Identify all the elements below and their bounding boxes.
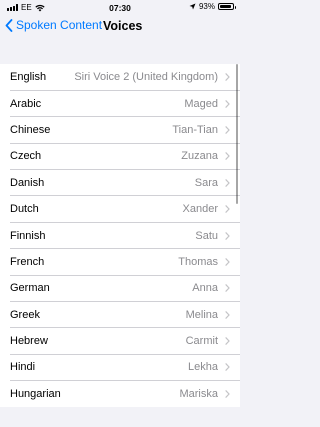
language-label: Finnish xyxy=(10,229,46,242)
chevron-right-icon xyxy=(225,258,230,266)
battery-icon xyxy=(218,3,236,10)
chevron-right-icon xyxy=(225,126,230,134)
list-item[interactable]: Arabic Maged xyxy=(0,90,240,118)
language-label: Chinese xyxy=(10,123,51,136)
list-item[interactable]: French Thomas xyxy=(0,249,240,276)
voice-value: Lekha xyxy=(188,361,218,374)
list-item[interactable]: Chinese Tian-Tian xyxy=(0,117,240,144)
chevron-right-icon xyxy=(225,231,230,240)
location-icon xyxy=(189,3,196,10)
voice-value: Melina xyxy=(185,308,218,321)
language-label: French xyxy=(10,255,45,268)
chevron-right-icon xyxy=(225,178,230,187)
list-item[interactable]: Finnish Satu xyxy=(0,222,240,250)
status-right: 93% xyxy=(189,2,236,11)
voice-value: Satu xyxy=(195,229,218,242)
voice-value: Mariska xyxy=(179,387,218,400)
list-item[interactable]: Czech Zuzana xyxy=(0,143,240,170)
page-title: Voices xyxy=(103,19,143,33)
list-item[interactable]: English Siri Voice 2 (United Kingdom) xyxy=(0,64,240,91)
list-item[interactable]: Hebrew Carmit xyxy=(0,328,240,355)
voice-value: Sara xyxy=(194,176,218,189)
voices-list: English Siri Voice 2 (United Kingdom) Arab… xyxy=(0,64,240,408)
list-item[interactable]: German Anna xyxy=(0,275,240,302)
voice-value: Carmit xyxy=(185,335,218,348)
chevron-right-icon xyxy=(225,363,230,372)
status-bar: EE 07:30 93% xyxy=(0,0,240,14)
voice-value: Anna xyxy=(192,282,218,295)
language-label: English xyxy=(10,71,47,84)
scrollbar[interactable] xyxy=(235,64,238,204)
language-label: Hungarian xyxy=(10,387,61,400)
chevron-left-icon xyxy=(5,18,13,32)
voice-value: Xander xyxy=(182,203,218,216)
voice-value: Tian-Tian xyxy=(172,123,218,136)
list-item[interactable]: Danish Sara xyxy=(0,170,240,197)
list-item[interactable]: Dutch Xander xyxy=(0,196,240,223)
back-button-label: Spoken Content xyxy=(16,18,103,32)
chevron-right-icon xyxy=(225,152,230,161)
list-item[interactable]: Hindi Lekha xyxy=(0,354,240,382)
back-button[interactable]: Spoken Content xyxy=(5,18,102,32)
language-label: Greek xyxy=(10,308,40,321)
language-label: Hebrew xyxy=(10,335,48,348)
chevron-right-icon xyxy=(225,99,230,108)
chevron-right-icon xyxy=(225,73,230,81)
battery-percent: 93% xyxy=(198,2,215,11)
chevron-right-icon xyxy=(225,310,230,319)
voice-value: Zuzana xyxy=(181,150,218,163)
voice-value: Siri Voice 2 (United Kingdom) xyxy=(74,71,218,84)
language-label: Hindi xyxy=(10,361,36,374)
language-label: Dutch xyxy=(10,203,39,216)
voice-value: Maged xyxy=(184,97,218,110)
language-label: Danish xyxy=(10,176,45,189)
language-label: German xyxy=(10,282,50,295)
chevron-right-icon xyxy=(225,284,230,293)
chevron-right-icon xyxy=(225,390,230,398)
chevron-right-icon xyxy=(225,337,230,345)
language-label: Czech xyxy=(10,150,42,163)
language-label: Arabic xyxy=(10,97,42,110)
list-item[interactable]: Greek Melina xyxy=(0,302,240,329)
voice-value: Thomas xyxy=(178,255,218,268)
navigation-bar: Spoken Content Voices xyxy=(0,14,240,40)
list-item[interactable]: Hungarian Mariska xyxy=(0,381,240,407)
chevron-right-icon xyxy=(225,205,230,213)
